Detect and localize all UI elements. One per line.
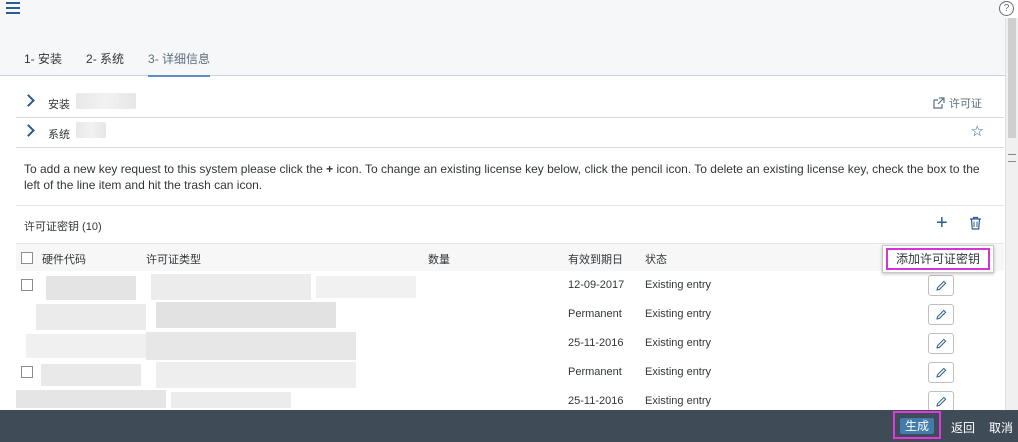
column-license-type[interactable]: 许可证类型 bbox=[146, 251, 201, 267]
tab-details[interactable]: 3- 详细信息 bbox=[148, 50, 211, 77]
row-expiry: 25-11-2016 bbox=[568, 337, 624, 349]
help-icon[interactable]: ? bbox=[999, 1, 1014, 16]
external-link-icon bbox=[933, 97, 945, 109]
row-expiry: Permanent bbox=[568, 366, 622, 378]
pencil-icon bbox=[935, 338, 946, 349]
select-all-checkbox[interactable] bbox=[21, 252, 33, 264]
star-icon[interactable]: ☆ bbox=[971, 122, 984, 140]
redacted-install-value bbox=[76, 93, 136, 109]
generate-button[interactable]: 生成 bbox=[900, 418, 934, 434]
edit-button[interactable] bbox=[928, 333, 954, 354]
column-status[interactable]: 状态 bbox=[645, 251, 667, 267]
scrollbar-thumb[interactable] bbox=[1008, 18, 1016, 138]
section-system-label: 系统 bbox=[48, 129, 70, 141]
pencil-icon bbox=[935, 367, 946, 378]
section-install[interactable]: 安装 许可证 bbox=[16, 88, 1004, 118]
edit-button[interactable] bbox=[928, 362, 954, 383]
redacted-table-content bbox=[16, 272, 416, 408]
table-header: 硬件代码 许可证类型 数量 有效到期日 状态 bbox=[16, 243, 1004, 273]
instructions-part1: To add a new key request to this system … bbox=[24, 162, 327, 176]
chevron-right-icon[interactable] bbox=[22, 94, 35, 107]
column-quantity[interactable]: 数量 bbox=[428, 251, 450, 267]
add-key-tooltip: 添加许可证密钥 bbox=[882, 245, 994, 273]
cancel-button[interactable]: 取消 bbox=[989, 419, 1013, 436]
vertical-scrollbar[interactable] bbox=[1005, 18, 1018, 410]
row-expiry: 12-09-2017 bbox=[568, 279, 625, 291]
add-key-tooltip-label: 添加许可证密钥 bbox=[886, 248, 990, 270]
edit-button[interactable] bbox=[928, 275, 954, 296]
license-link[interactable]: 许可证 bbox=[933, 95, 982, 111]
edit-button[interactable] bbox=[928, 391, 954, 412]
tab-system[interactable]: 2- 系统 bbox=[86, 50, 124, 77]
row-status: Existing entry bbox=[645, 337, 712, 349]
trash-icon[interactable] bbox=[969, 216, 982, 233]
row-status: Existing entry bbox=[645, 395, 712, 407]
wizard-steps: 1- 安装 2- 系统 3- 详细信息 bbox=[24, 50, 234, 77]
row-status: Existing entry bbox=[645, 279, 712, 291]
row-expiry: 25-11-2016 bbox=[568, 395, 624, 407]
column-hardware-code[interactable]: 硬件代码 bbox=[42, 251, 86, 267]
pencil-icon bbox=[935, 309, 946, 320]
section-install-label: 安装 bbox=[48, 99, 70, 111]
redacted-system-value bbox=[76, 122, 106, 138]
plus-icon[interactable]: + bbox=[936, 213, 948, 233]
tab-install[interactable]: 1- 安装 bbox=[24, 50, 62, 77]
chevron-right-icon[interactable] bbox=[22, 124, 35, 137]
row-status: Existing entry bbox=[645, 366, 712, 378]
hamburger-icon[interactable] bbox=[6, 2, 20, 14]
row-status: Existing entry bbox=[645, 308, 712, 320]
license-link-label[interactable]: 许可证 bbox=[949, 95, 982, 111]
instructions-text: To add a new key request to this system … bbox=[24, 161, 994, 193]
pencil-icon bbox=[935, 396, 946, 407]
table-title: 许可证密钥 (10) bbox=[24, 221, 102, 233]
footer-bar: 生成 返回 取消 bbox=[0, 410, 1018, 442]
edit-button[interactable] bbox=[928, 304, 954, 325]
section-system[interactable]: 系统 ☆ bbox=[16, 118, 1004, 148]
divider bbox=[16, 205, 1004, 206]
scrollbar-grip bbox=[1008, 154, 1016, 162]
pencil-icon bbox=[935, 280, 946, 291]
generate-button-highlight: 生成 bbox=[893, 411, 941, 439]
back-button[interactable]: 返回 bbox=[951, 419, 975, 436]
row-expiry: Permanent bbox=[568, 308, 622, 320]
column-expiry[interactable]: 有效到期日 bbox=[568, 251, 623, 267]
top-bar: 1- 安装 2- 系统 3- 详细信息 bbox=[0, 0, 1005, 77]
